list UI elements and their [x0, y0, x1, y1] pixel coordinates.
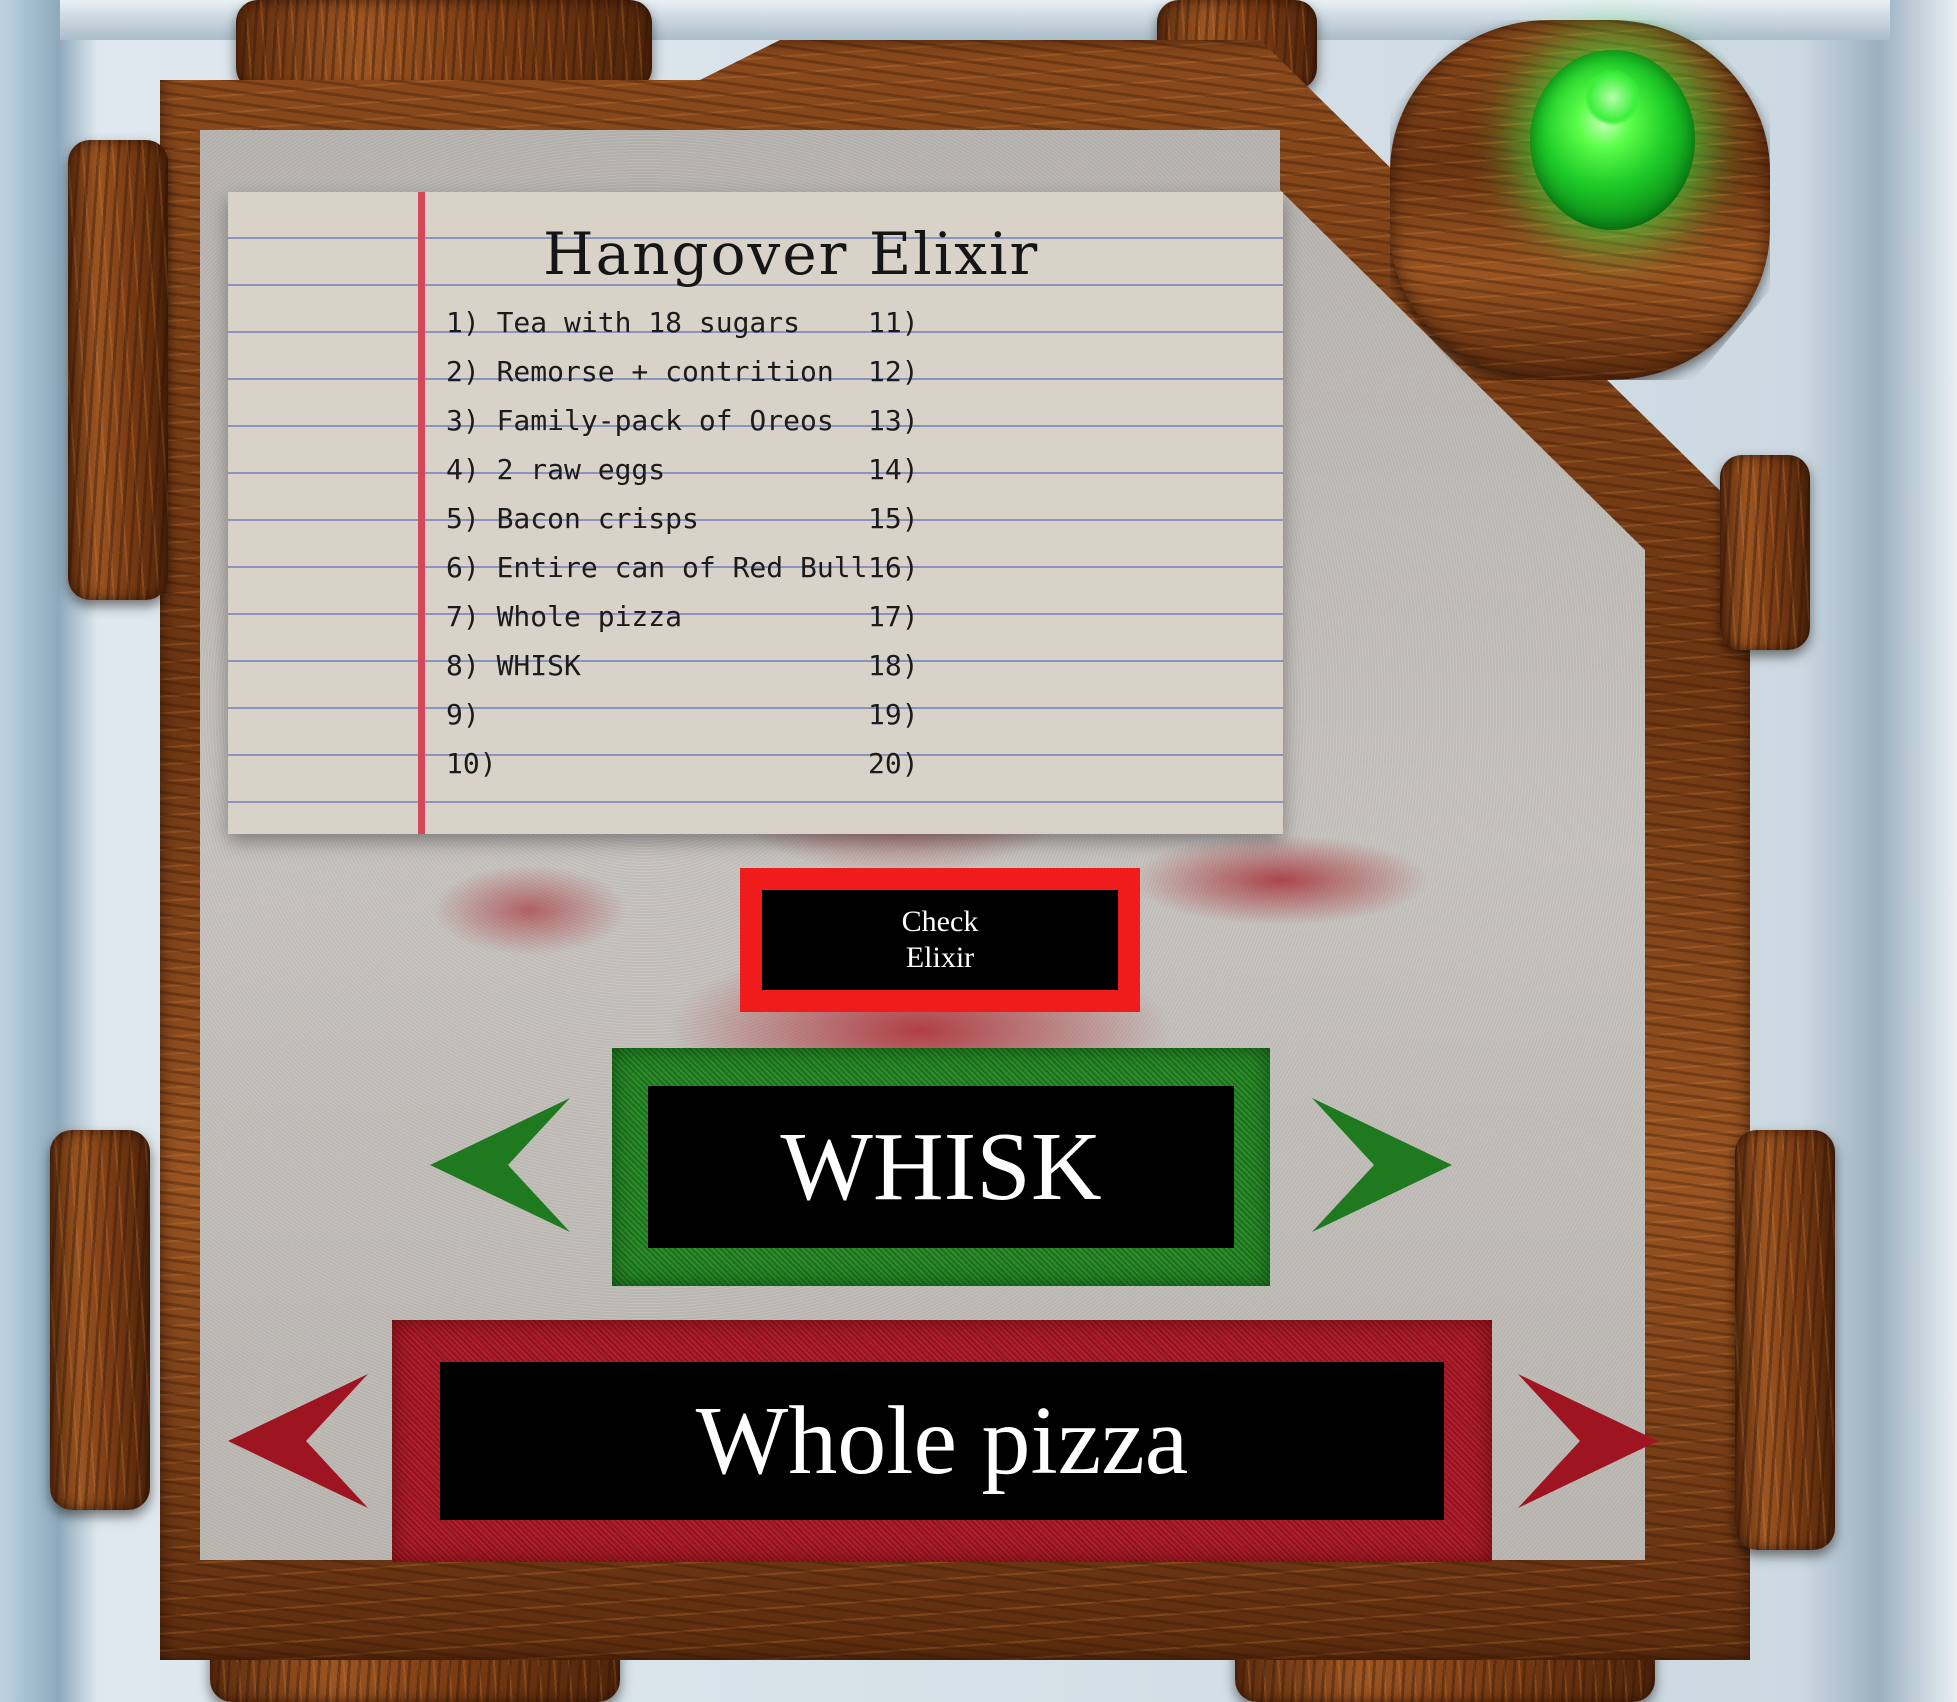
recipe-item-5: 5) Bacon crisps: [446, 502, 699, 535]
recipe-item-6: 6) Entire can of Red Bull: [446, 551, 868, 584]
recipe-item-7: 7) Whole pizza: [446, 600, 683, 633]
recipe-item-12: 12): [868, 355, 919, 388]
top-next-arrow-icon[interactable]: [1312, 1098, 1452, 1232]
right-knob-upper: [1720, 455, 1810, 650]
left-items-column: 1) Tea with 18 sugars 2) Remorse + contr…: [446, 306, 876, 796]
right-knob-lower: [1735, 1130, 1835, 1550]
top-selector-frame: WHISK: [612, 1048, 1270, 1286]
recipe-item-15: 15): [868, 502, 919, 535]
recipe-card: Hangover Elixir 1) Tea with 18 sugars 2)…: [228, 192, 1283, 834]
check-elixir-label: Check Elixir: [762, 890, 1118, 990]
recipe-item-13: 13): [868, 404, 919, 437]
recipe-item-14: 14): [868, 453, 919, 486]
bottom-prev-arrow-icon[interactable]: [228, 1374, 368, 1508]
gem-highlight: [1585, 70, 1640, 125]
recipe-item-17: 17): [868, 600, 919, 633]
check-elixir-button[interactable]: Check Elixir: [740, 868, 1140, 1012]
bottom-selector-value: Whole pizza: [440, 1362, 1444, 1520]
top-left-post: [236, 0, 652, 90]
right-items-column: 11) 12) 13) 14) 15) 16) 17) 18) 19) 20): [868, 306, 1068, 796]
recipe-item-10: 10): [446, 747, 497, 780]
recipe-item-3: 3) Family-pack of Oreos: [446, 404, 834, 437]
recipe-item-4: 4) 2 raw eggs: [446, 453, 666, 486]
bottom-selector-frame: Whole pizza: [392, 1320, 1492, 1562]
recipe-item-8: 8) WHISK: [446, 649, 581, 682]
recipe-item-9: 9): [446, 698, 480, 731]
check-elixir-line1: Check: [901, 905, 979, 938]
left-knob-upper: [68, 140, 168, 600]
top-selector-value: WHISK: [648, 1086, 1234, 1248]
recipe-item-20: 20): [868, 747, 919, 780]
card-margin-line: [418, 192, 425, 834]
bottom-next-arrow-icon[interactable]: [1518, 1374, 1658, 1508]
top-prev-arrow-icon[interactable]: [430, 1098, 570, 1232]
check-elixir-line2: Elixir: [905, 941, 975, 974]
recipe-title: Hangover Elixir: [543, 220, 1040, 288]
recipe-item-2: 2) Remorse + contrition: [446, 355, 834, 388]
left-knob-lower: [50, 1130, 150, 1510]
recipe-item-1: 1) Tea with 18 sugars: [446, 306, 801, 339]
recipe-item-19: 19): [868, 698, 919, 731]
recipe-item-16: 16): [868, 551, 919, 584]
recipe-item-18: 18): [868, 649, 919, 682]
recipe-item-11: 11): [868, 306, 919, 339]
